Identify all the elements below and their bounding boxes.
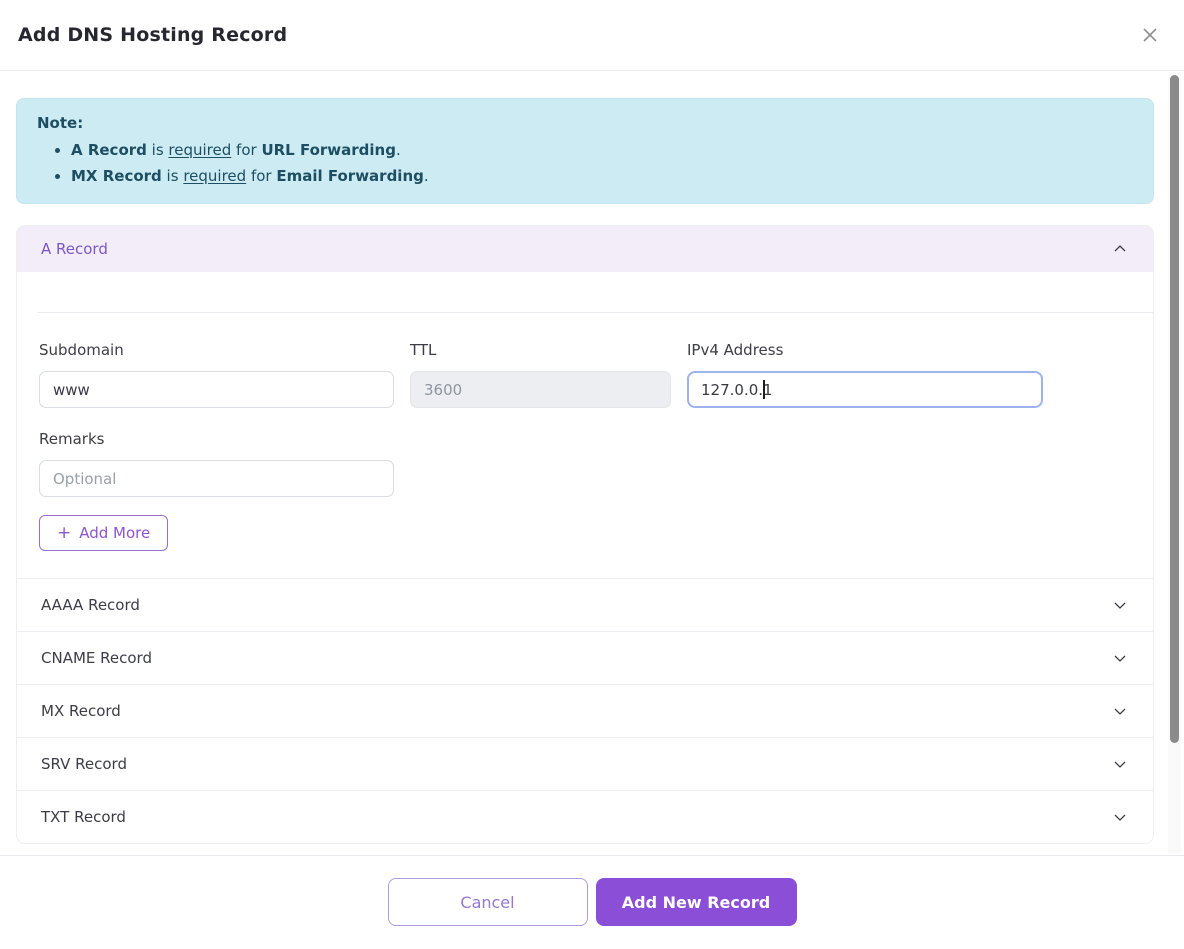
subdomain-input[interactable] [39,371,394,408]
accordion-label-a-record: A Record [41,240,108,258]
modal-footer: Cancel Add New Record [0,855,1184,949]
modal-title: Add DNS Hosting Record [18,24,287,46]
note-item-a-record: A Record is required for URL Forwarding. [71,138,1133,162]
scrollbar-track [1168,72,1181,853]
modal-header: Add DNS Hosting Record [0,0,1184,71]
accordion-header-cname-record[interactable]: CNAME Record [17,631,1153,684]
accordion-header-srv-record[interactable]: SRV Record [17,737,1153,790]
accordion-label-aaaa-record: AAAA Record [41,596,140,614]
close-button[interactable] [1136,21,1164,49]
field-row-1: Subdomain TTL IPv4 Address [39,341,1131,408]
note-list: A Record is required for URL Forwarding.… [37,138,1133,188]
ipv4-input-wrap [687,371,1043,408]
chevron-down-icon [1111,702,1129,720]
accordion-header-a-record[interactable]: A Record [17,226,1153,272]
add-more-button[interactable]: + Add More [39,515,168,551]
chevron-down-icon [1111,649,1129,667]
ttl-label: TTL [410,341,671,359]
accordion-label-cname-record: CNAME Record [41,649,152,667]
close-icon [1140,25,1160,45]
ttl-field-group: TTL [410,341,671,408]
chevron-down-icon [1111,755,1129,773]
remarks-input[interactable] [39,460,394,497]
accordion-header-txt-record[interactable]: TXT Record [17,790,1153,843]
scrollbar-thumb[interactable] [1170,75,1179,743]
ipv4-input[interactable] [687,371,1043,408]
chevron-up-icon [1111,240,1129,258]
add-more-label: Add More [79,524,150,542]
chevron-down-icon [1111,596,1129,614]
accordion-label-srv-record: SRV Record [41,755,127,773]
a-record-panel: Subdomain TTL IPv4 Address [17,312,1153,578]
subdomain-field-group: Subdomain [39,341,394,408]
accordion-header-mx-record[interactable]: MX Record [17,684,1153,737]
ttl-input [410,371,671,408]
plus-icon: + [57,525,71,542]
note-box: Note: A Record is required for URL Forwa… [16,98,1154,204]
remarks-field-group: Remarks [39,430,394,497]
cancel-button[interactable]: Cancel [388,878,588,926]
ipv4-label: IPv4 Address [687,341,1043,359]
accordion-label-txt-record: TXT Record [41,808,126,826]
note-heading: Note: [37,112,1133,134]
subdomain-label: Subdomain [39,341,394,359]
remarks-label: Remarks [39,430,394,448]
add-new-record-button[interactable]: Add New Record [596,878,797,926]
modal-body: Note: A Record is required for URL Forwa… [0,71,1184,855]
note-item-mx-record: MX Record is required for Email Forwardi… [71,164,1133,188]
accordion-label-mx-record: MX Record [41,702,121,720]
chevron-down-icon [1111,808,1129,826]
a-record-fields: Subdomain TTL IPv4 Address [17,313,1153,551]
text-cursor [763,380,765,399]
ipv4-field-group: IPv4 Address [687,341,1043,408]
record-accordion: A Record Subdomain TTL [16,225,1154,844]
accordion-header-aaaa-record[interactable]: AAAA Record [17,578,1153,631]
field-row-2: Remarks [39,430,1131,497]
